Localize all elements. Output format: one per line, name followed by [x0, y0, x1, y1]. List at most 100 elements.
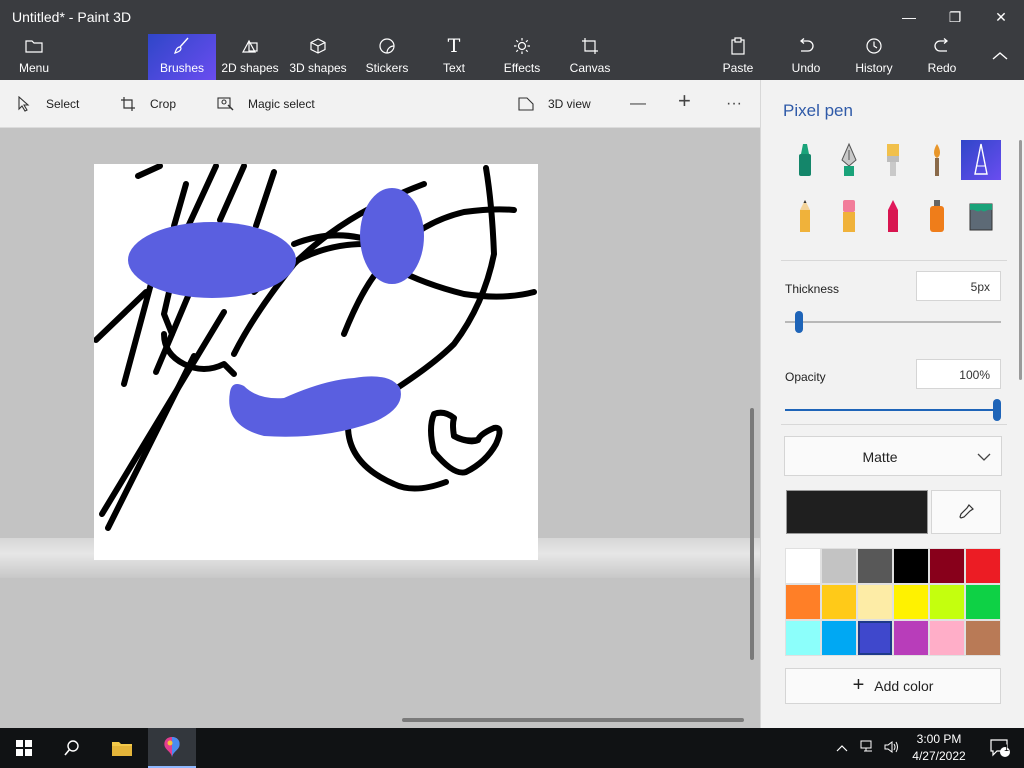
brush-oil[interactable] [873, 140, 913, 180]
color-swatch[interactable] [929, 584, 965, 620]
color-swatch[interactable] [965, 584, 1001, 620]
tab-canvas[interactable]: Canvas [566, 34, 614, 80]
horizontal-scrollbar[interactable] [402, 718, 744, 722]
crop-button[interactable]: Crop [118, 94, 176, 114]
select-button[interactable]: Select [14, 94, 79, 114]
window-title: Untitled* - Paint 3D [12, 9, 132, 25]
thickness-slider-thumb[interactable] [795, 311, 804, 333]
brush-crayon[interactable] [873, 196, 913, 236]
color-swatch[interactable] [785, 584, 821, 620]
cursor-icon [14, 94, 34, 114]
brush-fill[interactable] [961, 196, 1001, 236]
close-icon: ✕ [995, 8, 1007, 25]
drawing-strokes [93, 163, 537, 531]
zoom-out-button[interactable]: — [630, 94, 646, 114]
brush-calligraphy-pen[interactable] [829, 140, 869, 180]
tab-effects[interactable]: Effects [498, 34, 546, 80]
thickness-input[interactable]: 5px [916, 271, 1001, 301]
more-options-button[interactable]: ··· [726, 94, 742, 114]
color-swatch[interactable] [929, 548, 965, 584]
opacity-slider-thumb[interactable] [993, 399, 1001, 421]
pen-nib-icon [841, 142, 857, 176]
network-icon[interactable] [860, 740, 876, 757]
title-bar: Untitled* - Paint 3D — ❐ ✕ [0, 0, 1024, 34]
brush-eraser[interactable] [829, 196, 869, 236]
search-button[interactable] [48, 728, 96, 768]
close-button[interactable]: ✕ [978, 0, 1024, 34]
color-swatch[interactable] [893, 548, 929, 584]
brush-spray-can[interactable] [917, 196, 957, 236]
collapse-ribbon-button[interactable] [984, 34, 1016, 80]
thickness-slider[interactable] [785, 321, 1001, 323]
tab-canvas-label: Canvas [569, 61, 611, 75]
tab-2d-shapes[interactable]: 2D shapes [220, 34, 280, 80]
opacity-slider[interactable] [785, 409, 1001, 411]
eraser-icon [843, 200, 855, 232]
color-swatch[interactable] [893, 584, 929, 620]
tab-stickers-label: Stickers [365, 61, 409, 75]
color-swatch[interactable] [785, 620, 821, 656]
brush-pixel-pen[interactable] [961, 140, 1001, 180]
add-color-button[interactable]: + Add color [785, 668, 1001, 704]
color-swatch[interactable] [857, 620, 893, 656]
color-swatch[interactable] [821, 620, 857, 656]
chevron-up-tray-icon[interactable] [836, 741, 848, 755]
history-clock-icon [865, 34, 883, 58]
cube-icon [309, 34, 327, 58]
volume-icon[interactable] [884, 740, 900, 757]
finish-dropdown[interactable]: Matte [784, 436, 1002, 476]
color-swatch[interactable] [821, 584, 857, 620]
file-explorer-button[interactable] [98, 728, 146, 768]
color-swatch[interactable] [857, 584, 893, 620]
tab-brushes[interactable]: Brushes [148, 34, 216, 80]
start-button[interactable] [0, 728, 48, 768]
vertical-scrollbar[interactable] [750, 408, 754, 660]
brush-watercolor[interactable] [917, 140, 957, 180]
paint-3d-taskbar-button[interactable] [148, 728, 196, 768]
panel-divider [781, 260, 1007, 261]
3d-view-button[interactable]: 3D view [516, 94, 591, 114]
magic-select-icon [216, 94, 236, 114]
tab-text[interactable]: T Text [430, 34, 478, 80]
canvas-crop-icon [581, 34, 599, 58]
eyedropper-button[interactable] [931, 490, 1001, 534]
color-swatch[interactable] [857, 548, 893, 584]
history-button[interactable]: History [848, 34, 900, 80]
redo-button[interactable]: Redo [920, 34, 964, 80]
current-color-swatch[interactable] [786, 490, 928, 534]
brush-pencil[interactable] [785, 196, 825, 236]
menu-button[interactable]: Menu [8, 34, 60, 80]
workspace[interactable] [0, 128, 760, 728]
opacity-input[interactable]: 100% [916, 359, 1001, 389]
tab-2d-shapes-label: 2D shapes [221, 61, 279, 75]
folder-icon [25, 34, 43, 58]
notifications-button[interactable]: 1 [976, 728, 1024, 768]
brush-panel: Pixel pen Thickness 5px Opacity 100% Mat… [760, 80, 1024, 728]
panel-scrollbar[interactable] [1019, 140, 1022, 380]
brush-marker[interactable] [785, 140, 825, 180]
tab-3d-shapes[interactable]: 3D shapes [288, 34, 348, 80]
3d-view-label: 3D view [548, 97, 591, 111]
paste-button[interactable]: Paste [716, 34, 760, 80]
color-palette [785, 548, 1001, 656]
blue-blob [360, 188, 424, 284]
color-swatch[interactable] [965, 620, 1001, 656]
drawing-canvas[interactable] [93, 163, 538, 560]
color-swatch[interactable] [965, 548, 1001, 584]
magic-select-button[interactable]: Magic select [216, 94, 315, 114]
color-swatch[interactable] [929, 620, 965, 656]
color-swatch[interactable] [821, 548, 857, 584]
tab-stickers[interactable]: Stickers [360, 34, 414, 80]
color-swatch[interactable] [893, 620, 929, 656]
system-tray [836, 728, 900, 768]
paste-label: Paste [722, 61, 754, 75]
taskbar-clock[interactable]: 3:00 PM 4/27/2022 [904, 731, 974, 765]
plus-icon: + [852, 673, 865, 696]
restore-button[interactable]: ❐ [932, 0, 978, 34]
minimize-button[interactable]: — [886, 0, 932, 34]
brush-icon [172, 34, 192, 58]
magic-select-label: Magic select [248, 97, 315, 111]
undo-button[interactable]: Undo [784, 34, 828, 80]
zoom-in-button[interactable]: + [678, 88, 691, 113]
color-swatch[interactable] [785, 548, 821, 584]
